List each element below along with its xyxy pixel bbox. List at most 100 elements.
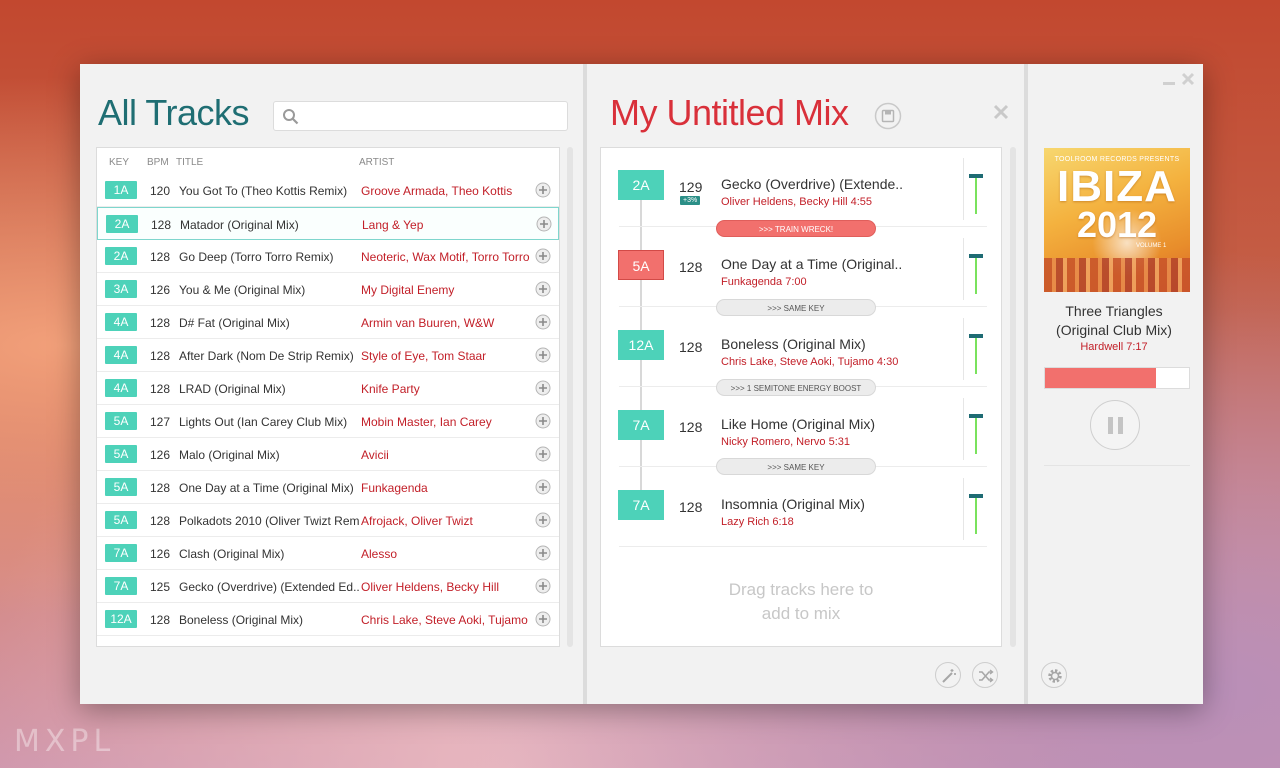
window-close-icon[interactable] bbox=[1181, 72, 1195, 86]
add-to-mix-icon[interactable] bbox=[535, 413, 551, 429]
drop-zone[interactable]: Drag tracks here to add to mix bbox=[721, 578, 881, 626]
track-bpm: 128 bbox=[150, 349, 171, 363]
track-bpm: 127 bbox=[150, 415, 171, 429]
track-key: 5A bbox=[105, 445, 137, 463]
add-to-mix-icon[interactable] bbox=[535, 512, 551, 528]
minimize-icon[interactable] bbox=[1163, 82, 1175, 85]
pause-button[interactable] bbox=[1090, 400, 1140, 450]
track-row[interactable]: 5A 126 Malo (Original Mix) Avicii bbox=[97, 438, 559, 471]
add-to-mix-icon[interactable] bbox=[535, 611, 551, 627]
album-art: TOOLROOM RECORDS PRESENTS IBIZA 2012 VOL… bbox=[1044, 148, 1190, 292]
track-row[interactable]: 4A 128 D# Fat (Original Mix) Armin van B… bbox=[97, 306, 559, 339]
mix-item[interactable]: 7A 128 Insomnia (Original Mix) Lazy Rich… bbox=[601, 468, 1001, 548]
track-row[interactable]: 2A 128 Matador (Original Mix) Lang & Yep bbox=[97, 207, 559, 240]
row-divider bbox=[619, 546, 987, 547]
add-to-mix-icon[interactable] bbox=[535, 446, 551, 462]
add-to-mix-icon[interactable] bbox=[535, 479, 551, 495]
save-icon[interactable] bbox=[874, 102, 902, 130]
volume-slider[interactable] bbox=[963, 318, 987, 380]
track-row[interactable]: 4A 128 LRAD (Original Mix) Knife Party bbox=[97, 372, 559, 405]
volume-slider[interactable] bbox=[963, 478, 987, 540]
column-key[interactable]: KEY bbox=[109, 157, 129, 168]
add-to-mix-icon[interactable] bbox=[536, 216, 552, 232]
volume-knob[interactable] bbox=[969, 334, 983, 338]
mix-item[interactable]: 12A 128 Boneless (Original Mix) Chris La… bbox=[601, 308, 1001, 388]
settings-button[interactable] bbox=[1041, 662, 1067, 688]
add-to-mix-icon[interactable] bbox=[535, 314, 551, 330]
track-bpm: 126 bbox=[150, 283, 171, 297]
volume-level bbox=[975, 496, 977, 534]
album-art-skyline bbox=[1044, 258, 1190, 292]
track-row[interactable]: 5A 128 One Day at a Time (Original Mix) … bbox=[97, 471, 559, 504]
mix-item-title: One Day at a Time (Original.. bbox=[721, 256, 903, 272]
column-bpm[interactable]: BPM bbox=[147, 157, 169, 168]
track-artist: Chris Lake, Steve Aoki, Tujamo bbox=[361, 613, 528, 627]
library-scrollbar[interactable] bbox=[567, 147, 573, 647]
track-bpm: 128 bbox=[150, 481, 171, 495]
auto-mix-button[interactable] bbox=[935, 662, 961, 688]
volume-knob[interactable] bbox=[969, 494, 983, 498]
volume-knob[interactable] bbox=[969, 174, 983, 178]
track-artist: Mobin Master, Ian Carey bbox=[361, 415, 492, 429]
track-artist: Funkagenda bbox=[361, 481, 428, 495]
add-to-mix-icon[interactable] bbox=[535, 248, 551, 264]
track-key: 2A bbox=[106, 215, 138, 233]
volume-knob[interactable] bbox=[969, 414, 983, 418]
mix-scrollbar[interactable] bbox=[1010, 147, 1016, 647]
mix-item-key: 5A bbox=[618, 250, 664, 280]
mix-item[interactable]: 7A 128 Like Home (Original Mix) Nicky Ro… bbox=[601, 388, 1001, 468]
volume-knob[interactable] bbox=[969, 254, 983, 258]
add-to-mix-icon[interactable] bbox=[535, 281, 551, 297]
mix-item-artist: Chris Lake, Steve Aoki, Tujamo 4:30 bbox=[721, 356, 899, 368]
track-title: Clash (Original Mix) bbox=[179, 547, 285, 561]
volume-slider[interactable] bbox=[963, 158, 987, 220]
volume-slider[interactable] bbox=[963, 238, 987, 300]
track-row[interactable]: 5A 128 Polkadots 2010 (Oliver Twizt Rem.… bbox=[97, 504, 559, 537]
mix-title[interactable]: My Untitled Mix bbox=[610, 92, 849, 134]
track-key: 4A bbox=[105, 313, 137, 331]
track-row[interactable]: 2A 128 Go Deep (Torro Torro Remix) Neote… bbox=[97, 240, 559, 273]
shuffle-icon bbox=[979, 669, 994, 683]
close-mix-icon[interactable] bbox=[991, 102, 1011, 122]
track-bpm: 128 bbox=[150, 250, 171, 264]
track-key: 4A bbox=[105, 346, 137, 364]
column-title[interactable]: TITLE bbox=[176, 157, 203, 168]
album-art-year: 2012 bbox=[1076, 204, 1158, 245]
search-box[interactable] bbox=[273, 101, 568, 131]
track-key: 5A bbox=[105, 412, 137, 430]
volume-level bbox=[975, 256, 977, 294]
volume-level bbox=[975, 416, 977, 454]
mix-item-key: 12A bbox=[618, 330, 664, 360]
track-key: 4A bbox=[105, 379, 137, 397]
add-to-mix-icon[interactable] bbox=[535, 182, 551, 198]
magic-wand-icon bbox=[942, 669, 956, 683]
mix-item[interactable]: 5A 128 One Day at a Time (Original.. Fun… bbox=[601, 228, 1001, 308]
track-row[interactable]: 5A 127 Lights Out (Ian Carey Club Mix) M… bbox=[97, 405, 559, 438]
library-title: All Tracks bbox=[98, 92, 250, 133]
track-row[interactable]: 4A 128 After Dark (Nom De Strip Remix) S… bbox=[97, 339, 559, 372]
track-row[interactable]: 7A 125 Gecko (Overdrive) (Extended Ed.. … bbox=[97, 570, 559, 603]
pause-icon bbox=[1118, 417, 1123, 434]
search-input[interactable] bbox=[304, 106, 559, 126]
track-row[interactable]: 12A 128 Boneless (Original Mix) Chris La… bbox=[97, 603, 559, 636]
gear-icon bbox=[1048, 669, 1062, 683]
mix-item-bpm: 128 bbox=[679, 339, 703, 355]
shuffle-button[interactable] bbox=[972, 662, 998, 688]
add-to-mix-icon[interactable] bbox=[535, 545, 551, 561]
album-art-volume: VOLUME 1 bbox=[1136, 243, 1167, 249]
track-key: 5A bbox=[105, 511, 137, 529]
mix-item-key: 2A bbox=[618, 170, 664, 200]
track-title: Polkadots 2010 (Oliver Twizt Rem.. bbox=[179, 514, 359, 528]
track-row[interactable]: 3A 126 You & Me (Original Mix) My Digita… bbox=[97, 273, 559, 306]
add-to-mix-icon[interactable] bbox=[535, 380, 551, 396]
add-to-mix-icon[interactable] bbox=[535, 347, 551, 363]
volume-slider[interactable] bbox=[963, 398, 987, 460]
column-artist[interactable]: ARTIST bbox=[359, 157, 394, 168]
mix-item-title: Like Home (Original Mix) bbox=[721, 416, 876, 432]
track-row[interactable]: 1A 120 You Got To (Theo Kottis Remix) Gr… bbox=[97, 174, 559, 207]
add-to-mix-icon[interactable] bbox=[535, 578, 551, 594]
track-artist: My Digital Enemy bbox=[361, 283, 455, 297]
track-row[interactable]: 7A 126 Clash (Original Mix) Alesso bbox=[97, 537, 559, 570]
playback-progress[interactable] bbox=[1044, 367, 1190, 389]
mix-item[interactable]: 2A 129 +3% Gecko (Overdrive) (Extende.. … bbox=[601, 148, 1001, 228]
